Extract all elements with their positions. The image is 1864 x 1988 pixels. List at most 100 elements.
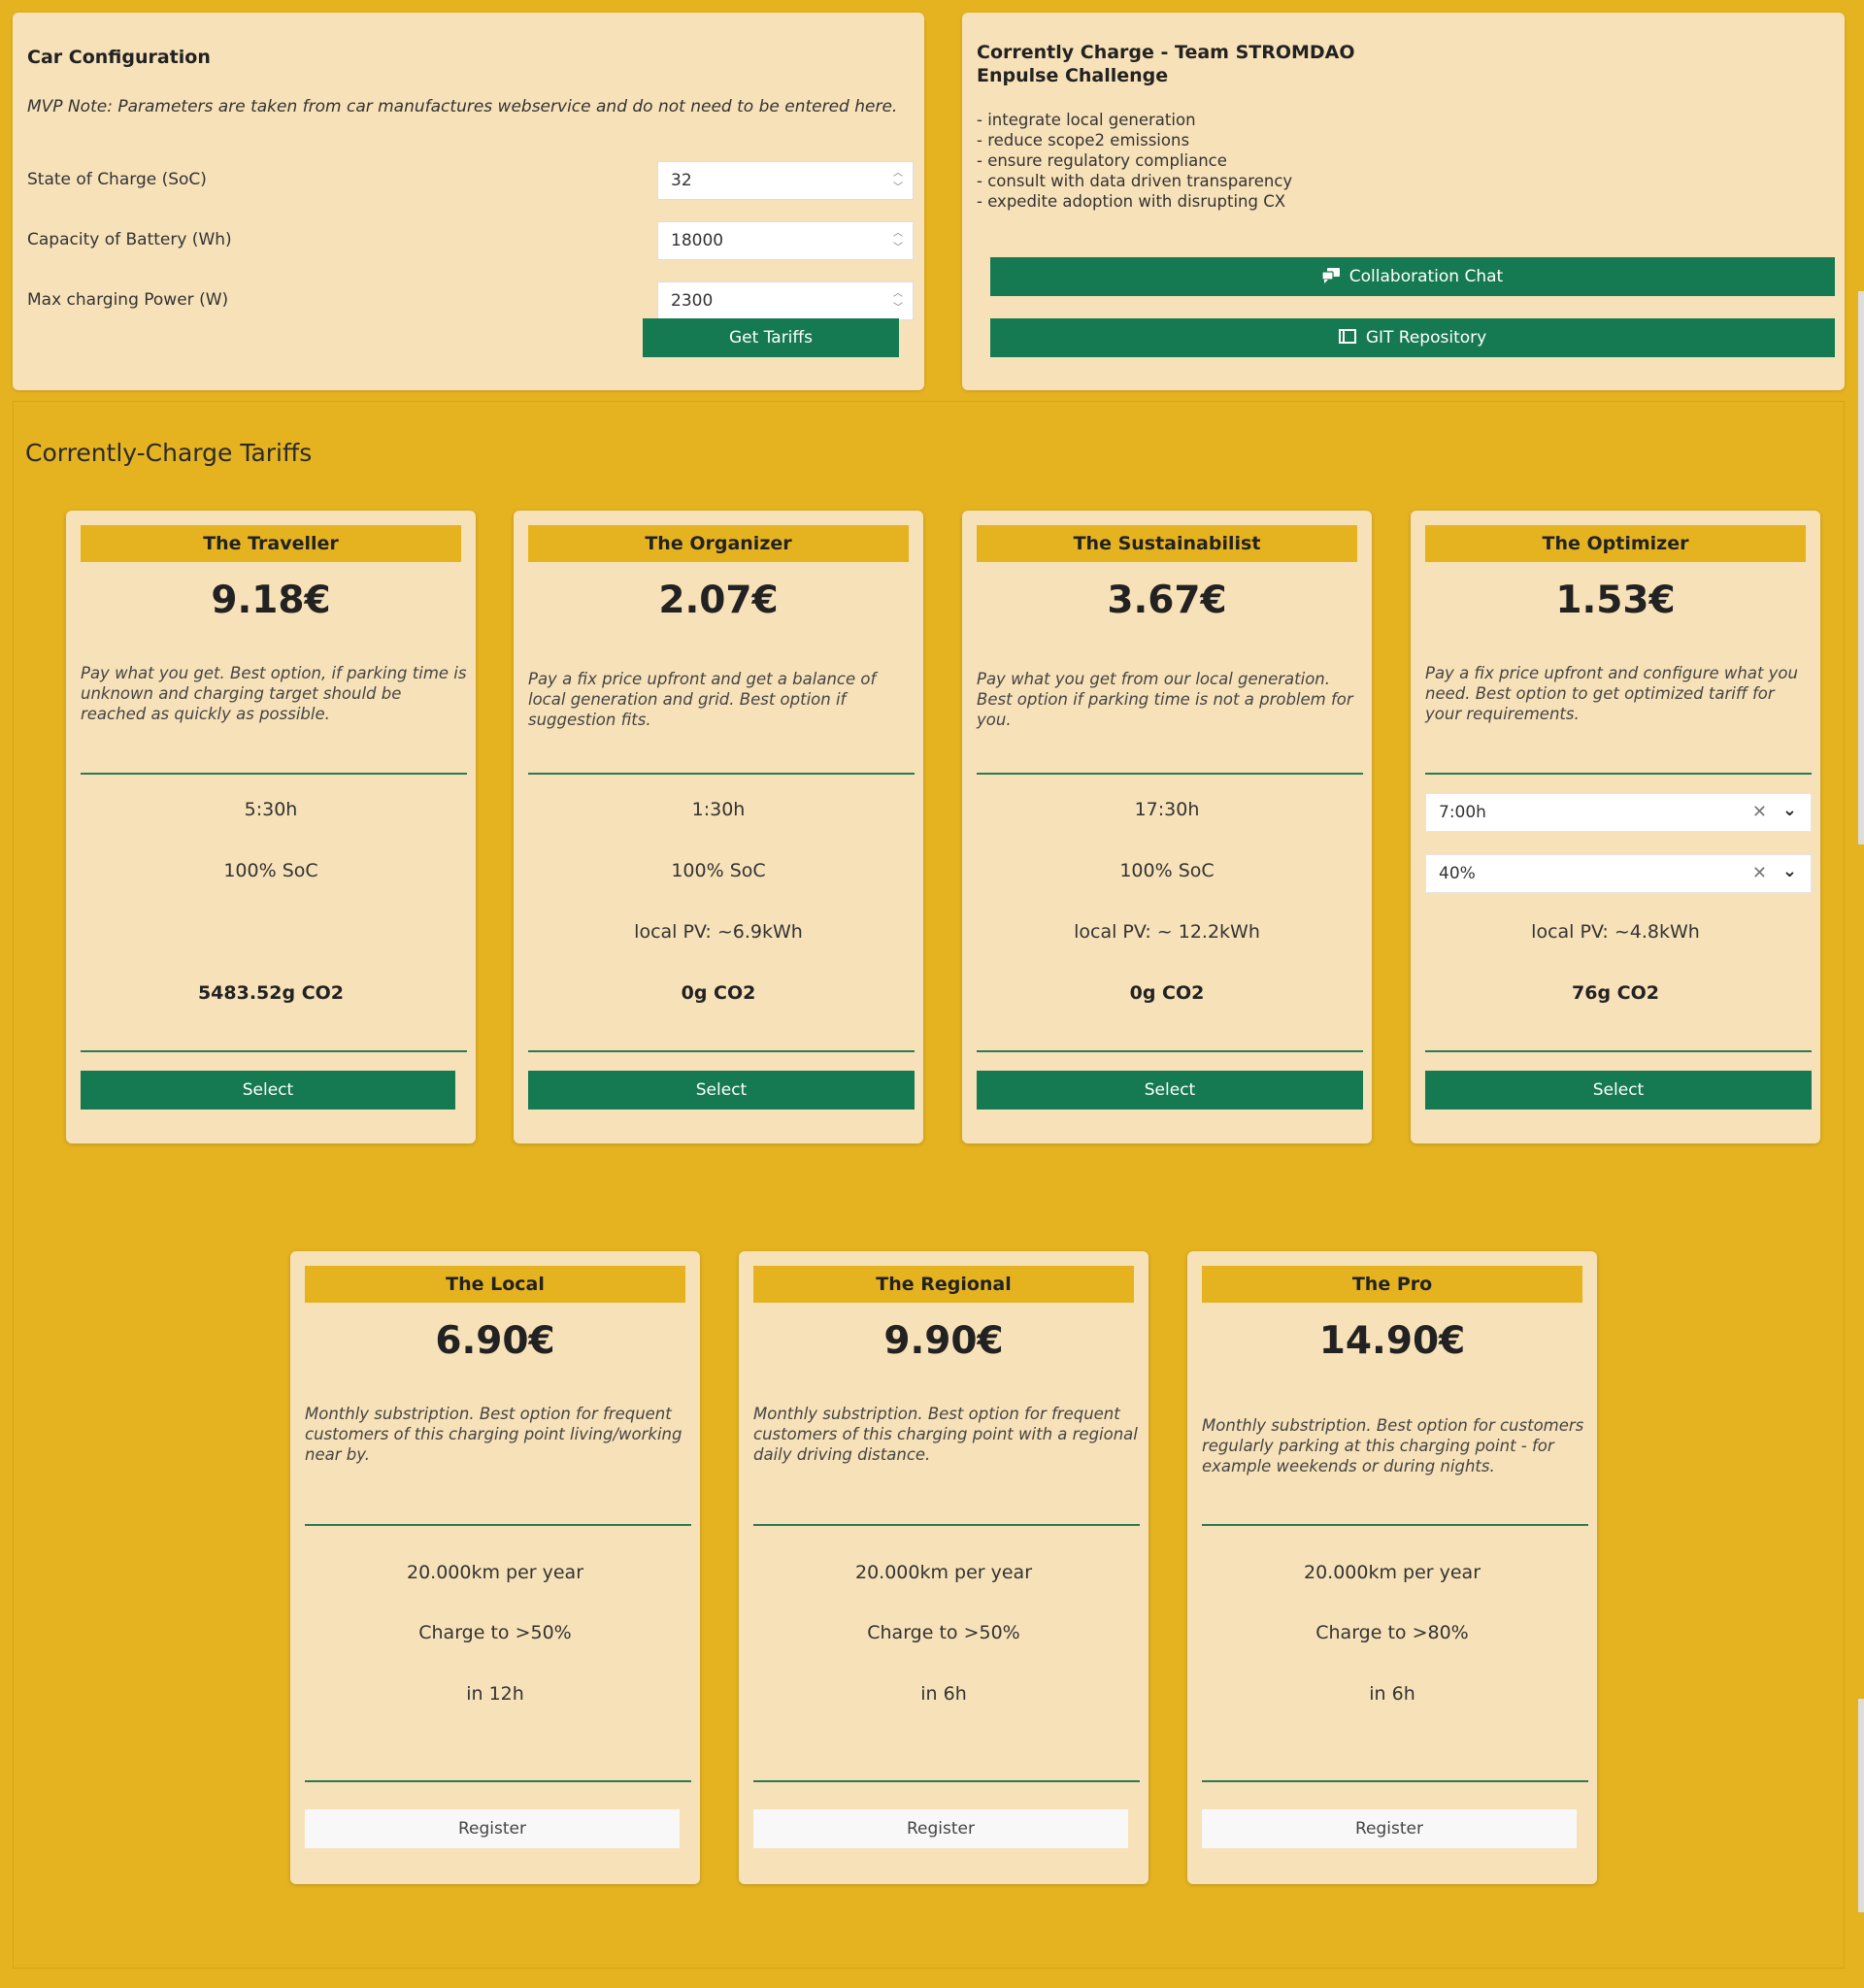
soc-value: 32 xyxy=(671,171,692,190)
target-soc: 100% SoC xyxy=(671,860,766,881)
close-icon[interactable]: ✕ xyxy=(1752,802,1767,822)
co2-amount: 0g CO2 xyxy=(1129,982,1205,1004)
book-icon xyxy=(1338,329,1356,344)
close-icon[interactable]: ✕ xyxy=(1752,863,1767,883)
tariffs-heading: Corrently-Charge Tariffs xyxy=(25,439,313,467)
car-configuration-panel: Car Configuration MVP Note: Parameters a… xyxy=(13,13,924,390)
car-configuration-title: Car Configuration xyxy=(27,47,211,68)
select-button[interactable]: Select xyxy=(1425,1071,1812,1110)
register-button[interactable]: Register xyxy=(753,1809,1128,1848)
scrollbar[interactable] xyxy=(1858,291,1864,845)
annual-distance: 20.000km per year xyxy=(854,1562,1033,1583)
spinner-arrows-icon[interactable]: ︿ ﹀ xyxy=(891,286,905,317)
card-price: 6.90€ xyxy=(435,1319,555,1363)
soc-input[interactable]: 32 ︿ ﹀ xyxy=(657,161,914,200)
chevron-down-icon[interactable]: ⌄ xyxy=(1782,800,1797,820)
spinner-arrows-icon[interactable]: ︿ ﹀ xyxy=(891,166,905,197)
card-title: The Regional xyxy=(753,1266,1134,1303)
collaboration-chat-label: Collaboration Chat xyxy=(1348,267,1504,286)
max-power-field-row: Max charging Power (W) 2300 ︿ ﹀ xyxy=(27,282,915,320)
charge-time: in 6h xyxy=(920,1683,967,1705)
divider xyxy=(1425,1050,1812,1052)
list-item: - expedite adoption with disrupting CX xyxy=(977,192,1286,211)
list-item: - integrate local generation xyxy=(977,111,1196,129)
tariff-card-pro: The Pro 14.90€ Monthly substription. Bes… xyxy=(1187,1251,1597,1884)
tariff-card-sustainabilist: The Sustainabilist 3.67€ Pay what you ge… xyxy=(962,511,1372,1143)
card-price: 9.90€ xyxy=(883,1319,1004,1363)
charge-time: in 6h xyxy=(1369,1683,1415,1705)
battery-capacity-input[interactable]: 18000 ︿ ﹀ xyxy=(657,221,914,260)
select-button[interactable]: Select xyxy=(528,1071,915,1110)
register-button[interactable]: Register xyxy=(305,1809,680,1848)
register-button[interactable]: Register xyxy=(1202,1809,1577,1848)
charge-target: Charge to >50% xyxy=(867,1622,1020,1643)
card-price: 1.53€ xyxy=(1555,579,1676,622)
tariff-card-local: The Local 6.90€ Monthly substription. Be… xyxy=(290,1251,700,1884)
max-power-value: 2300 xyxy=(671,291,714,311)
team-title: Corrently Charge - Team STROMDAO Enpulse… xyxy=(977,41,1355,87)
divider xyxy=(1425,773,1812,775)
collaboration-chat-button[interactable]: Collaboration Chat xyxy=(990,257,1835,296)
get-tariffs-button[interactable]: Get Tariffs xyxy=(643,318,899,357)
card-price: 3.67€ xyxy=(1107,579,1227,622)
git-repository-button[interactable]: GIT Repository xyxy=(990,318,1835,357)
tariff-card-traveller: The Traveller 9.18€ Pay what you get. Be… xyxy=(66,511,476,1143)
card-title: The Organizer xyxy=(528,525,909,562)
divider xyxy=(1202,1780,1588,1782)
co2-amount: 5483.52g CO2 xyxy=(197,982,345,1004)
divider xyxy=(1202,1524,1588,1526)
divider xyxy=(81,773,467,775)
duration-select-value: 7:00h xyxy=(1439,803,1486,822)
card-description: Pay what you get. Best option, if parkin… xyxy=(81,664,467,723)
divider xyxy=(977,773,1363,775)
mvp-note: MVP Note: Parameters are taken from car … xyxy=(27,97,898,116)
charge-target: Charge to >50% xyxy=(418,1622,572,1643)
target-soc: 100% SoC xyxy=(223,860,318,881)
chevron-down-icon[interactable]: ⌄ xyxy=(1782,861,1797,881)
max-power-label: Max charging Power (W) xyxy=(27,290,229,310)
spinner-arrows-icon[interactable]: ︿ ﹀ xyxy=(891,226,905,257)
charge-time: in 12h xyxy=(466,1683,524,1705)
git-repository-label: GIT Repository xyxy=(1365,328,1487,348)
tariff-card-regional: The Regional 9.90€ Monthly substription.… xyxy=(739,1251,1148,1884)
charge-duration: 5:30h xyxy=(244,799,298,820)
card-title: The Local xyxy=(305,1266,685,1303)
card-title: The Pro xyxy=(1202,1266,1582,1303)
soc-select-value: 40% xyxy=(1439,864,1476,883)
scrollbar[interactable] xyxy=(1858,1699,1864,1912)
annual-distance: 20.000km per year xyxy=(1303,1562,1481,1583)
divider xyxy=(528,773,915,775)
charge-duration: 1:30h xyxy=(691,799,746,820)
co2-amount: 76g CO2 xyxy=(1572,982,1659,1004)
soc-label: State of Charge (SoC) xyxy=(27,170,207,189)
select-button[interactable]: Select xyxy=(977,1071,1363,1110)
target-soc: 100% SoC xyxy=(1119,860,1215,881)
card-title: The Traveller xyxy=(81,525,461,562)
card-description: Monthly substription. Best option for cu… xyxy=(1202,1416,1584,1475)
divider xyxy=(305,1780,691,1782)
max-power-input[interactable]: 2300 ︿ ﹀ xyxy=(657,282,914,320)
card-description: Monthly substription. Best option for fr… xyxy=(305,1405,682,1464)
chat-icon xyxy=(1321,268,1340,283)
divider xyxy=(528,1050,915,1052)
co2-amount: 0g CO2 xyxy=(681,982,756,1004)
team-info-panel: Corrently Charge - Team STROMDAO Enpulse… xyxy=(962,13,1845,390)
tariff-card-optimizer: The Optimizer 1.53€ Pay a fix price upfr… xyxy=(1411,511,1820,1143)
annual-distance: 20.000km per year xyxy=(406,1562,584,1583)
list-item: - consult with data driven transparency xyxy=(977,172,1293,190)
list-item: - reduce scope2 emissions xyxy=(977,131,1190,149)
divider xyxy=(753,1780,1140,1782)
local-pv: local PV: ~4.8kWh xyxy=(1531,921,1700,943)
card-price: 9.18€ xyxy=(211,579,331,622)
select-button[interactable]: Select xyxy=(81,1071,455,1110)
divider xyxy=(81,1050,467,1052)
card-description: Pay a fix price upfront and get a balanc… xyxy=(528,670,877,729)
card-description: Monthly substription. Best option for fr… xyxy=(753,1405,1138,1464)
soc-select[interactable]: 40% ✕ ⌄ xyxy=(1425,854,1812,893)
duration-select[interactable]: 7:00h ✕ ⌄ xyxy=(1425,793,1812,832)
card-description: Pay what you get from our local generati… xyxy=(977,670,1353,729)
card-title: The Optimizer xyxy=(1425,525,1806,562)
charge-duration: 17:30h xyxy=(1134,799,1200,820)
battery-capacity-field-row: Capacity of Battery (Wh) 18000 ︿ ﹀ xyxy=(27,221,915,260)
divider xyxy=(753,1524,1140,1526)
